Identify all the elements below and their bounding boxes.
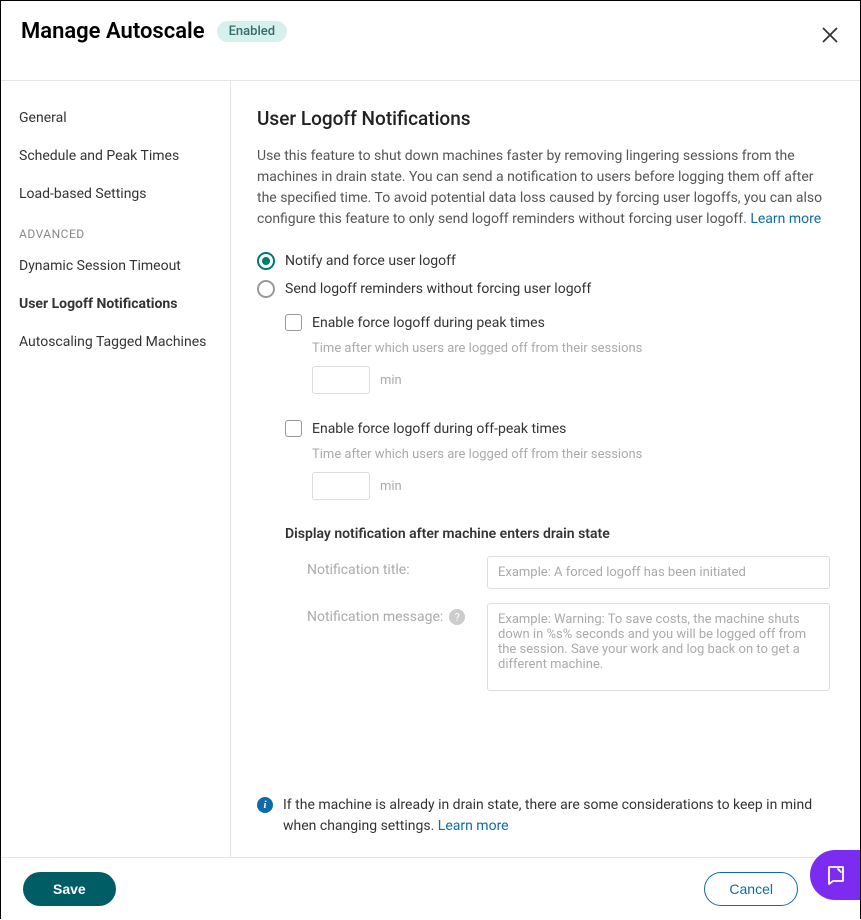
save-button[interactable]: Save — [23, 872, 116, 906]
radio-icon — [257, 280, 275, 298]
sidebar-item-load[interactable]: Load-based Settings — [1, 175, 230, 213]
info-icon — [257, 797, 273, 813]
checkbox-force-peak[interactable]: Enable force logoff during peak times — [285, 314, 830, 331]
peak-help-text: Time after which users are logged off fr… — [312, 341, 830, 356]
notification-title-input[interactable] — [487, 556, 830, 589]
notification-title-label: Notification title: — [307, 556, 487, 578]
sidebar-item-dynamic-session[interactable]: Dynamic Session Timeout — [1, 247, 230, 285]
radio-notify-force[interactable]: Notify and force user logoff — [257, 252, 830, 270]
checkbox-label: Enable force logoff during peak times — [312, 315, 545, 331]
checkbox-force-offpeak[interactable]: Enable force logoff during off-peak time… — [285, 420, 830, 437]
content-description: Use this feature to shut down machines f… — [257, 146, 830, 230]
checkbox-icon — [285, 420, 302, 437]
content-title: User Logoff Notifications — [257, 107, 830, 130]
radio-icon — [257, 252, 275, 270]
notification-message-label: Notification message: — [307, 609, 443, 625]
page-title: Manage Autoscale — [21, 19, 205, 44]
sidebar-item-general[interactable]: General — [1, 99, 230, 137]
help-icon[interactable]: ? — [449, 609, 465, 625]
checkbox-icon — [285, 314, 302, 331]
radio-reminder-only[interactable]: Send logoff reminders without forcing us… — [257, 280, 830, 298]
main-content: User Logoff Notifications Use this featu… — [231, 81, 860, 857]
checkbox-label: Enable force logoff during off-peak time… — [312, 421, 566, 437]
peak-minutes-input[interactable] — [312, 366, 370, 394]
status-badge: Enabled — [217, 21, 288, 42]
info-text: If the machine is already in drain state… — [283, 797, 812, 834]
offpeak-minutes-input[interactable] — [312, 472, 370, 500]
offpeak-help-text: Time after which users are logged off fr… — [312, 447, 830, 462]
drain-section-label: Display notification after machine enter… — [285, 526, 830, 542]
sidebar: General Schedule and Peak Times Load-bas… — [1, 81, 231, 857]
sidebar-item-schedule[interactable]: Schedule and Peak Times — [1, 137, 230, 175]
radio-label: Send logoff reminders without forcing us… — [285, 281, 591, 297]
sidebar-heading-advanced: ADVANCED — [1, 213, 230, 247]
learn-more-link[interactable]: Learn more — [750, 211, 821, 227]
info-callout: If the machine is already in drain state… — [257, 795, 830, 837]
sidebar-item-tagged-machines[interactable]: Autoscaling Tagged Machines — [1, 323, 230, 361]
close-icon[interactable] — [820, 25, 840, 45]
radio-label: Notify and force user logoff — [285, 253, 456, 269]
notification-message-input[interactable] — [487, 603, 830, 691]
info-learn-more-link[interactable]: Learn more — [438, 818, 509, 834]
help-fab-button[interactable] — [810, 850, 860, 900]
sidebar-item-user-logoff[interactable]: User Logoff Notifications — [1, 285, 230, 323]
unit-min: min — [380, 373, 402, 388]
unit-min: min — [380, 479, 402, 494]
cancel-button[interactable]: Cancel — [704, 872, 798, 906]
description-text: Use this feature to shut down machines f… — [257, 148, 822, 227]
